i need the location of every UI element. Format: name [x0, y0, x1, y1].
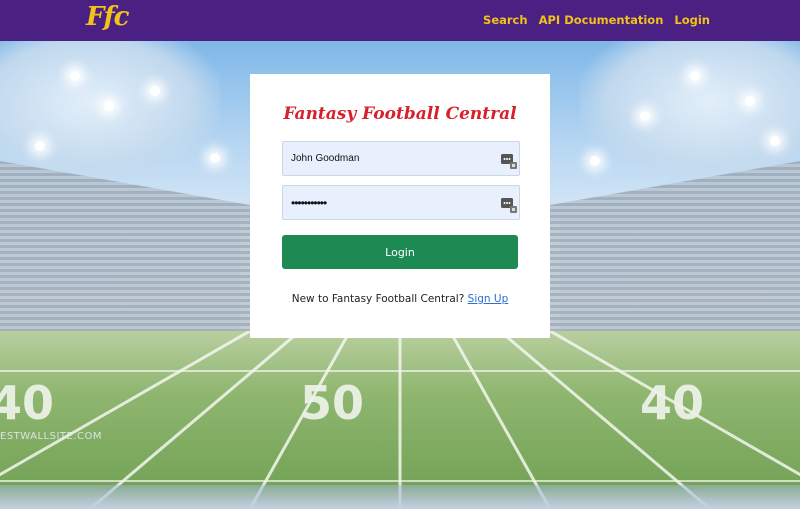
nav-search-link[interactable]: Search: [483, 13, 528, 27]
stadium-light: [690, 71, 700, 81]
stadium-roof-left: [0, 41, 220, 181]
nav-api-docs-link[interactable]: API Documentation: [539, 13, 664, 27]
signup-prompt: New to Fantasy Football Central? Sign Up: [250, 293, 550, 305]
bottom-band: [0, 485, 800, 509]
stadium-light: [770, 136, 780, 146]
signup-prompt-text: New to Fantasy Football Central?: [291, 293, 465, 305]
password-manager-icon[interactable]: [501, 153, 517, 169]
password-field[interactable]: [282, 185, 520, 220]
username-input[interactable]: [283, 142, 491, 175]
username-field[interactable]: [282, 141, 520, 176]
stadium-light: [745, 96, 755, 106]
top-navbar: Ffc Search API Documentation Login: [0, 0, 800, 41]
signup-link[interactable]: Sign Up: [468, 293, 509, 305]
football-field: 40 50 40: [0, 331, 800, 509]
stadium-light: [210, 153, 220, 163]
yard-number-left: 40: [0, 376, 54, 430]
stadium-light: [640, 111, 650, 121]
password-input[interactable]: [283, 186, 491, 219]
stadium-light: [590, 156, 600, 166]
login-button[interactable]: Login: [282, 235, 518, 269]
login-title: Fantasy Football Central: [283, 104, 517, 124]
password-manager-icon[interactable]: [501, 197, 517, 213]
nav-links: Search API Documentation Login: [483, 13, 710, 27]
nav-login-link[interactable]: Login: [674, 13, 710, 27]
field-markings: 40 50 40: [0, 331, 800, 509]
stadium-light: [70, 71, 80, 81]
yard-number-right: 40: [640, 376, 704, 430]
login-card: Fantasy Football Central Login New to Fa…: [250, 74, 550, 338]
stadium-light: [150, 86, 160, 96]
brand-logo[interactable]: Ffc: [86, 2, 129, 32]
stadium-roof-right: [580, 41, 800, 181]
stadium-light: [104, 101, 114, 111]
stadium-light: [35, 141, 45, 151]
yard-number-center: 50: [300, 376, 364, 430]
watermark-text: ESTWALLSITE.COM: [0, 431, 102, 442]
